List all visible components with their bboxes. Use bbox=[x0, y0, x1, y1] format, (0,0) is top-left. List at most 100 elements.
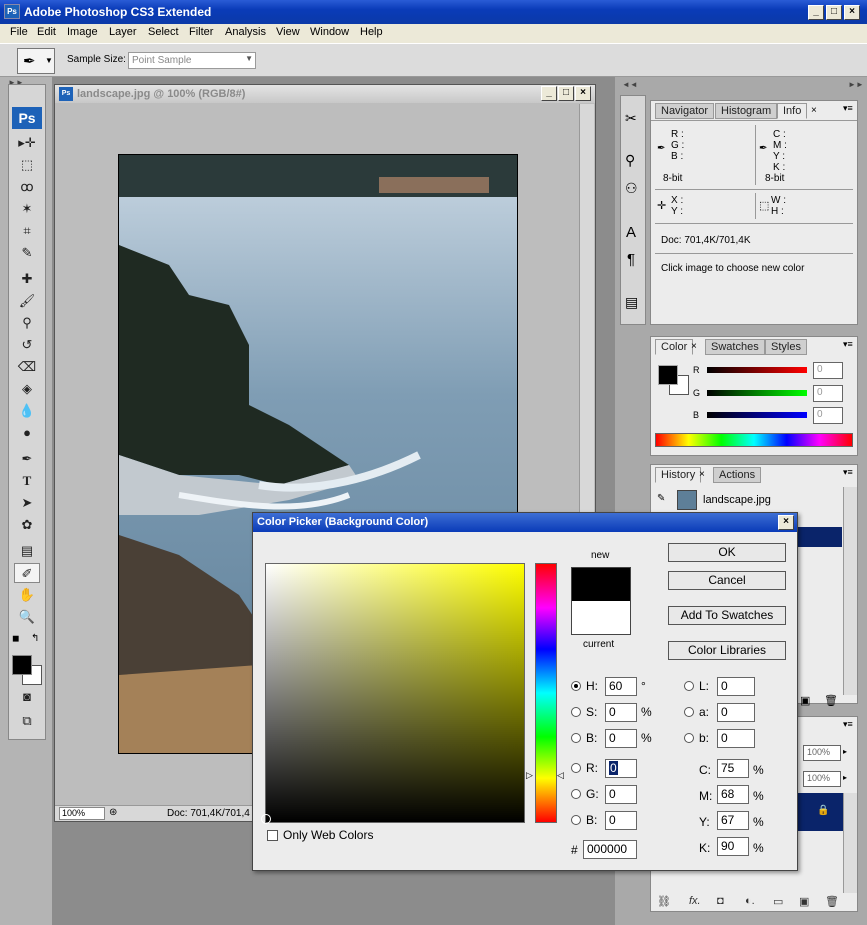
saturation-radio[interactable] bbox=[571, 707, 581, 717]
menu-layer[interactable]: Layer bbox=[109, 26, 137, 38]
history-selected-state[interactable] bbox=[797, 527, 842, 547]
paint-bucket-tool-icon[interactable]: ◈ bbox=[14, 379, 40, 399]
cyan-field[interactable]: 75 bbox=[717, 759, 749, 778]
current-color-swatch[interactable] bbox=[571, 601, 631, 635]
new-layer-icon[interactable]: ▣ bbox=[799, 895, 809, 908]
hue-slider[interactable] bbox=[535, 563, 557, 823]
zoom-level[interactable]: 100% bbox=[59, 807, 105, 820]
layer-style-icon[interactable]: fx. bbox=[689, 895, 701, 907]
default-colors-icon[interactable]: ◼ bbox=[12, 633, 19, 644]
tab-actions[interactable]: Actions bbox=[713, 467, 762, 483]
blue-field[interactable]: 0 bbox=[605, 811, 637, 830]
doc-close-button[interactable]: × bbox=[575, 86, 591, 101]
eraser-tool-icon[interactable]: ⌫ bbox=[14, 357, 40, 377]
layer-opacity-field[interactable]: 100% bbox=[803, 745, 841, 761]
menu-file[interactable]: File bbox=[10, 26, 28, 38]
paragraph-icon[interactable]: ¶ bbox=[627, 251, 635, 268]
panel-menu-icon[interactable]: ▾≡ bbox=[843, 719, 853, 730]
panel-menu-icon[interactable]: ▾≡ bbox=[843, 467, 853, 478]
yellow-field[interactable]: 67 bbox=[717, 811, 749, 830]
menu-filter[interactable]: Filter bbox=[189, 26, 213, 38]
layer-mask-icon[interactable]: ◘ bbox=[717, 895, 724, 907]
marquee-tool-icon[interactable]: ⬚ bbox=[14, 155, 40, 175]
crop-tool-icon[interactable]: ⌗ bbox=[14, 221, 40, 241]
swap-colors-icon[interactable]: ↰ bbox=[31, 633, 39, 644]
brightness-radio[interactable] bbox=[571, 733, 581, 743]
history-brush-tool-icon[interactable]: ↺ bbox=[14, 335, 40, 355]
red-field[interactable]: 0 bbox=[605, 759, 637, 778]
quick-mask-icon[interactable]: ◙ bbox=[14, 687, 40, 707]
blue-value-field[interactable]: 0 bbox=[813, 407, 843, 424]
hue-radio[interactable] bbox=[571, 681, 581, 691]
red-radio[interactable] bbox=[571, 763, 581, 773]
add-to-swatches-button[interactable]: Add To Swatches bbox=[668, 606, 786, 625]
doc-minimize-button[interactable]: _ bbox=[541, 86, 557, 101]
color-field[interactable] bbox=[261, 563, 525, 824]
hand-tool-icon[interactable]: ✋ bbox=[14, 585, 40, 605]
notes-tool-icon[interactable]: ▤ bbox=[14, 541, 40, 561]
menu-analysis[interactable]: Analysis bbox=[225, 26, 266, 38]
menu-window[interactable]: Window bbox=[310, 26, 349, 38]
lab-b-field[interactable]: 0 bbox=[717, 729, 755, 748]
type-tool-icon[interactable]: T bbox=[14, 471, 40, 491]
minimize-button[interactable]: _ bbox=[808, 5, 824, 20]
tab-close-icon[interactable]: × bbox=[691, 341, 697, 352]
black-field[interactable]: 90 bbox=[717, 837, 749, 856]
dock-expand-icon[interactable]: ►► bbox=[848, 80, 864, 89]
ok-button[interactable]: OK bbox=[668, 543, 786, 562]
screen-mode-icon[interactable]: ⧉ bbox=[14, 711, 40, 731]
menu-help[interactable]: Help bbox=[360, 26, 383, 38]
shape-tool-icon[interactable]: ✿ bbox=[14, 515, 40, 535]
adjustment-layer-icon[interactable]: ◐. bbox=[745, 895, 755, 907]
tool-presets-icon[interactable]: ✂ bbox=[625, 110, 637, 127]
tab-close-icon[interactable]: × bbox=[699, 469, 705, 480]
eyedropper-tool-icon[interactable]: ✐ bbox=[14, 563, 40, 583]
history-trash-icon[interactable]: 🗑 bbox=[824, 694, 838, 707]
tab-history[interactable]: History bbox=[655, 467, 702, 483]
hex-field[interactable]: 000000 bbox=[583, 840, 637, 859]
lab-b-radio[interactable] bbox=[684, 733, 694, 743]
tab-styles[interactable]: Styles bbox=[765, 339, 807, 355]
healing-brush-tool-icon[interactable]: ✚ bbox=[14, 269, 40, 289]
color-field-marker[interactable] bbox=[261, 814, 271, 824]
zoom-tool-icon[interactable]: 🔍 bbox=[14, 607, 40, 627]
blur-tool-icon[interactable]: 💧 bbox=[14, 401, 40, 421]
saturation-field[interactable]: 0 bbox=[605, 703, 637, 722]
blue-slider[interactable] bbox=[707, 412, 807, 418]
lab-l-field[interactable]: 0 bbox=[717, 677, 755, 696]
color-spectrum-ramp[interactable] bbox=[655, 433, 853, 447]
panel-menu-icon[interactable]: ▾≡ bbox=[843, 339, 853, 350]
dodge-tool-icon[interactable]: ● bbox=[14, 423, 40, 443]
layer-comps-icon[interactable]: ▤ bbox=[625, 294, 638, 311]
lasso-tool-icon[interactable]: ꝏ bbox=[14, 177, 40, 197]
history-scrollbar[interactable] bbox=[843, 487, 857, 695]
dock-collapse-icon[interactable]: ◄◄ bbox=[622, 80, 638, 89]
foreground-color-swatch[interactable] bbox=[12, 655, 32, 675]
lab-a-field[interactable]: 0 bbox=[717, 703, 755, 722]
tab-histogram[interactable]: Histogram bbox=[715, 103, 778, 119]
close-button[interactable]: × bbox=[844, 5, 860, 20]
brightness-field[interactable]: 0 bbox=[605, 729, 637, 748]
trash-icon[interactable]: 🗑 bbox=[825, 895, 839, 908]
only-web-colors-checkbox[interactable] bbox=[267, 830, 278, 841]
sample-size-select[interactable]: Point Sample ▼ bbox=[128, 52, 256, 69]
path-selection-tool-icon[interactable]: ➤ bbox=[14, 493, 40, 513]
fill-arrow-icon[interactable]: ▸ bbox=[843, 773, 847, 782]
status-menu-icon[interactable]: ⊛ bbox=[109, 807, 117, 818]
tab-navigator[interactable]: Navigator bbox=[655, 103, 715, 119]
history-snapshot-row[interactable]: ✎ landscape.jpg bbox=[655, 489, 839, 511]
layers-scrollbar[interactable] bbox=[843, 793, 857, 893]
blue-radio[interactable] bbox=[571, 815, 581, 825]
hue-slider-right-arrow-icon[interactable]: ◁ bbox=[557, 770, 564, 781]
hue-field[interactable]: 60 bbox=[605, 677, 637, 696]
history-new-snapshot-icon[interactable]: ▣ bbox=[800, 694, 810, 707]
pen-tool-icon[interactable]: ✒ bbox=[14, 449, 40, 469]
maximize-button[interactable]: □ bbox=[826, 5, 842, 20]
color-panel-foreground-swatch[interactable] bbox=[658, 365, 678, 385]
brush-tool-icon[interactable]: 🖌 bbox=[14, 291, 40, 311]
new-group-icon[interactable]: ▭ bbox=[773, 895, 783, 908]
menu-select[interactable]: Select bbox=[148, 26, 179, 38]
move-tool-icon[interactable]: ▸✛ bbox=[14, 133, 40, 153]
hue-slider-left-arrow-icon[interactable]: ▷ bbox=[526, 770, 533, 781]
green-radio[interactable] bbox=[571, 789, 581, 799]
